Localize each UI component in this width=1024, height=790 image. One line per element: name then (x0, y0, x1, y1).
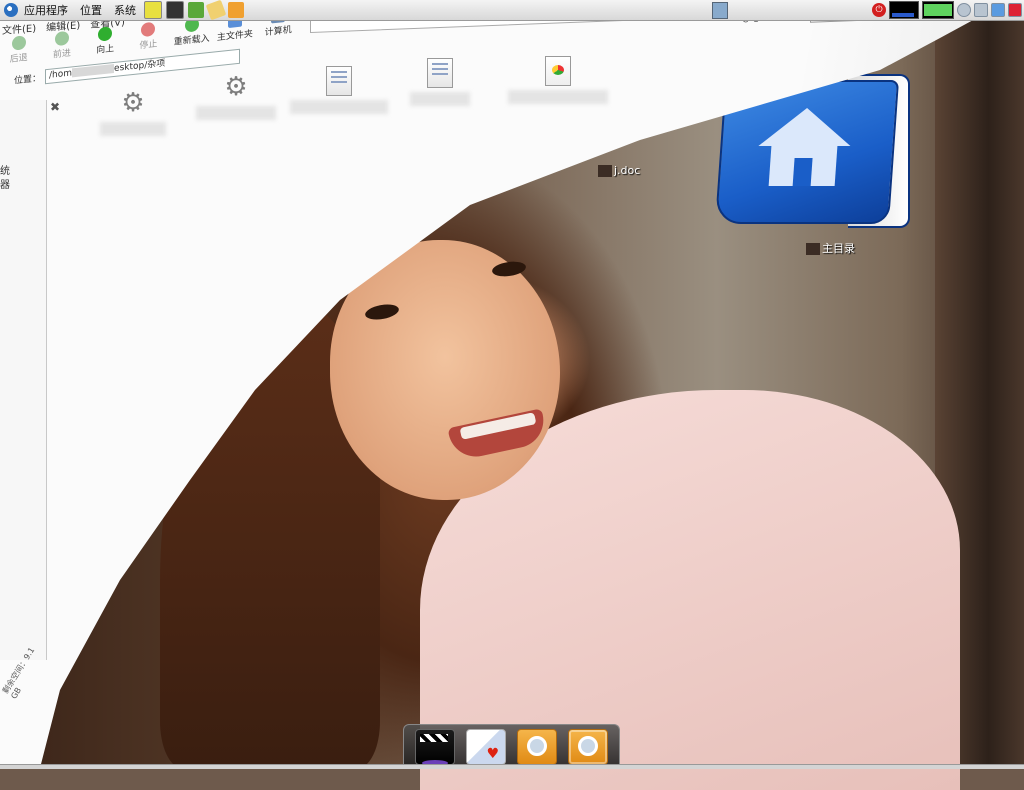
home-label-text: 主目录 (822, 242, 855, 255)
mask (598, 165, 612, 177)
gear-icon: ⚙ (121, 88, 145, 118)
movie-player-icon[interactable] (415, 728, 456, 766)
desktop-doc-label[interactable]: j.doc (598, 164, 640, 177)
system-tray: ⏻ (872, 1, 1022, 19)
applications-menu[interactable]: 应用程序 (24, 2, 68, 18)
doc-label-text: j.doc (614, 164, 641, 177)
dock (403, 724, 620, 768)
workspace-switcher-icon[interactable] (712, 2, 728, 19)
back-arrow-icon (11, 35, 26, 51)
folder-icon[interactable] (228, 2, 244, 18)
up-arrow-icon (98, 26, 113, 42)
home-folder-label[interactable]: 主目录 (806, 240, 855, 256)
file-name (290, 100, 388, 114)
file-name (410, 92, 470, 106)
text-editor-icon[interactable] (144, 1, 162, 19)
up-button[interactable]: 向上 (87, 25, 124, 57)
document-icon (326, 66, 352, 96)
file-name (100, 122, 166, 136)
file-item[interactable]: ⚙ (196, 74, 276, 120)
system-menu[interactable]: 系统 (114, 2, 136, 18)
chart-document-icon (545, 56, 571, 86)
drive-icon[interactable] (974, 3, 988, 17)
file-item[interactable] (508, 56, 608, 104)
side-pane: ✖ 统 器 (0, 100, 60, 660)
bottom-panel (0, 764, 1024, 769)
memory-monitor[interactable] (922, 1, 954, 19)
forward-button[interactable]: 前进 (43, 30, 80, 62)
stop-button[interactable]: 停止 (130, 20, 167, 52)
back-button[interactable]: 后退 (0, 34, 37, 66)
network-icon[interactable] (991, 3, 1005, 17)
clock-icon[interactable] (957, 3, 971, 17)
gear-icon: ⚙ (224, 72, 248, 102)
file-name (508, 90, 608, 104)
file-name (196, 106, 276, 120)
side-pane-item[interactable]: 器 (0, 176, 10, 191)
file-item[interactable] (410, 58, 470, 106)
cpu-monitor[interactable] (889, 1, 919, 19)
solitaire-cards-icon[interactable] (466, 728, 507, 765)
package-icon[interactable] (188, 2, 204, 18)
search-tool-icon[interactable] (516, 728, 557, 765)
top-panel: 应用程序 位置 系统 ⏻ (0, 0, 1024, 21)
panel-menu-bar: 应用程序 位置 系统 (0, 0, 246, 21)
location-label: 位置： (14, 73, 42, 87)
house-icon (755, 108, 854, 198)
file-item[interactable]: ⚙ (100, 90, 166, 136)
places-menu[interactable]: 位置 (80, 2, 102, 18)
terminal-icon[interactable] (166, 1, 184, 19)
file-item[interactable] (290, 66, 388, 114)
stop-icon (141, 21, 156, 38)
search-tool-icon[interactable] (567, 728, 608, 765)
document-icon (427, 58, 453, 88)
distro-logo-icon[interactable] (4, 3, 18, 17)
close-pane-icon[interactable]: ✖ (50, 100, 60, 114)
mask (806, 243, 820, 255)
forward-arrow-icon (54, 30, 69, 47)
side-pane-item[interactable]: 统 (0, 162, 10, 177)
notes-icon[interactable] (205, 0, 227, 21)
update-notifier-icon[interactable] (1008, 3, 1022, 17)
power-icon[interactable]: ⏻ (872, 3, 886, 17)
